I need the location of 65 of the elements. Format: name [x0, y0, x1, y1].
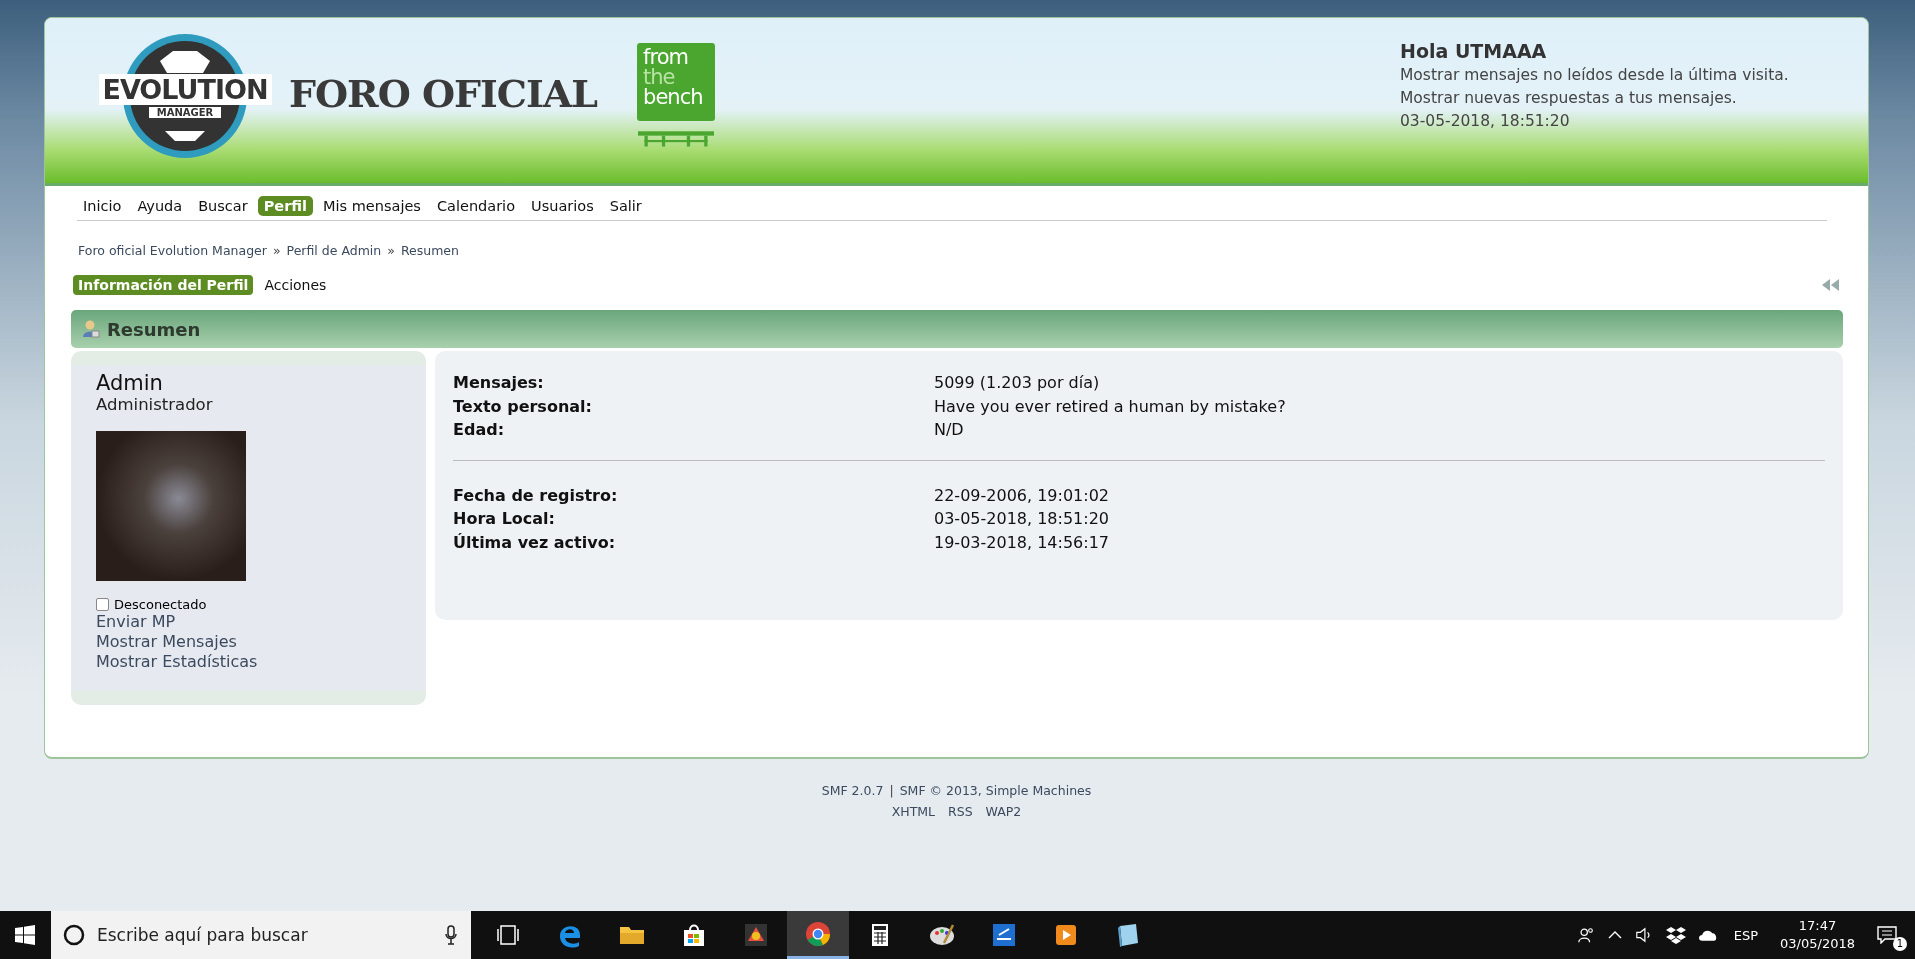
breadcrumb-link[interactable]: Perfil de Admin	[286, 243, 382, 258]
forum-title: FORO OFICIAL	[289, 71, 598, 116]
field-value: 19-03-2018, 14:56:17	[934, 531, 1109, 554]
credit-link[interactable]: SMF 2.0.7	[821, 783, 884, 798]
breadcrumb-separator: »	[387, 243, 395, 258]
notification-center-icon[interactable]	[1877, 926, 1897, 944]
field-label: Mensajes:	[453, 372, 545, 394]
status-text: Desconectado	[114, 597, 207, 612]
member-rank: Administrador	[96, 395, 214, 414]
profile-link[interactable]: Mostrar Mensajes	[96, 632, 401, 652]
menu-item[interactable]: Salir	[603, 196, 648, 216]
field-label: Edad:	[453, 419, 506, 441]
field-label: Última vez activo:	[453, 531, 617, 554]
menu-item[interactable]: Mis mensajes	[317, 196, 427, 216]
app-tile-icon	[742, 921, 770, 949]
menu-item[interactable]: Perfil	[257, 196, 314, 216]
windows-start-icon[interactable]	[15, 925, 35, 945]
clock-time[interactable]: 17:47	[1798, 917, 1837, 935]
footer-link[interactable]: XHTML	[891, 804, 936, 819]
field-label: Texto personal:	[453, 395, 593, 418]
breadcrumb-link[interactable]: Resumen	[400, 243, 459, 258]
chevron-up-icon[interactable]	[1607, 930, 1622, 940]
menu-item[interactable]: Buscar	[192, 196, 254, 216]
microphone-icon[interactable]	[445, 925, 457, 945]
scanner-icon	[990, 921, 1018, 949]
footer-link[interactable]: RSS	[948, 804, 973, 819]
menu-item[interactable]: Usuarios	[525, 196, 600, 216]
taskbar-search-box[interactable]: Escribe aquí para buscar	[51, 911, 471, 959]
user-link[interactable]: Mostrar nuevas respuestas a tus mensajes.	[1400, 87, 1820, 110]
field-value: 5099 (1.203 por día)	[934, 372, 1100, 394]
clock-date[interactable]: 03/05/2018	[1780, 935, 1855, 953]
breadcrumb-link[interactable]: Foro oficial Evolution Manager	[78, 243, 267, 258]
circle-icon	[63, 924, 85, 946]
profile-tab[interactable]: Acciones	[259, 275, 332, 295]
menu-item[interactable]: Calendario	[430, 196, 522, 216]
current-time: 03-05-2018, 18:51:20	[1400, 111, 1571, 132]
field-label: Fecha de registro:	[453, 484, 619, 507]
profile-link[interactable]: Mostrar Estadísticas	[96, 652, 401, 672]
breadcrumb-separator: »	[272, 243, 281, 258]
people-icon[interactable]	[1575, 926, 1596, 944]
member-name: Admin	[96, 371, 164, 395]
profile-link[interactable]: Enviar MP	[96, 612, 401, 632]
browser-circle-icon	[804, 919, 832, 948]
bench-icon	[638, 130, 715, 149]
field-value: N/D	[934, 419, 964, 441]
box-icon[interactable]	[1665, 926, 1686, 944]
field-label: Hora Local:	[453, 508, 556, 530]
user-icon	[82, 320, 100, 338]
taskbar-app[interactable]	[787, 911, 849, 959]
footer-link[interactable]: WAP2	[985, 804, 1022, 819]
profile-tab[interactable]: Información del Perfil	[73, 275, 254, 295]
credit-link[interactable]: SMF © 2013, Simple Machines	[899, 783, 1092, 798]
greeting-text: Hola UTMAAA	[1400, 39, 1548, 64]
notification-count: 1	[1893, 937, 1907, 951]
user-link[interactable]: Mostrar mensajes no leídos desde la última visita.	[1400, 64, 1820, 87]
input-language[interactable]: ESP	[1733, 927, 1759, 943]
menu-item[interactable]: Ayuda	[131, 196, 189, 216]
section-title: Resumen	[107, 318, 201, 340]
field-value: 03-05-2018, 18:51:20	[934, 508, 1109, 530]
logo-subtitle: MANAGER	[148, 106, 222, 118]
footer-separator: |	[889, 783, 894, 798]
field-value: 22-09-2006, 19:01:02	[934, 484, 1109, 507]
search-field[interactable]: Escribe aquí para buscar	[95, 924, 435, 946]
field-value: Have you ever retired a human by mistake?	[934, 395, 1286, 418]
menu-item[interactable]: Inicio	[77, 196, 128, 216]
